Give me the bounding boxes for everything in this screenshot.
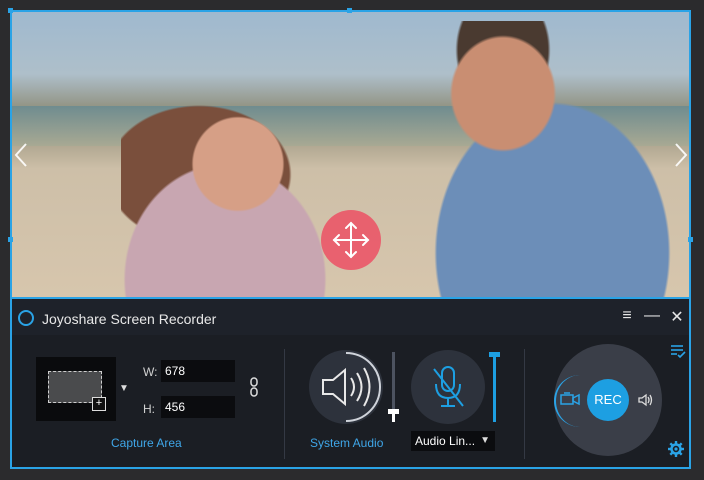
capture-area-label[interactable]: Capture Area: [111, 436, 182, 450]
menu-icon[interactable]: ≡: [618, 307, 636, 325]
task-list-icon[interactable]: [670, 343, 686, 364]
speaker-icon: [322, 352, 381, 422]
height-field[interactable]: 456: [161, 396, 235, 418]
prev-arrow-icon[interactable]: [14, 142, 28, 172]
capture-area-preview[interactable]: +: [36, 357, 116, 421]
add-region-icon: +: [92, 397, 106, 411]
resize-handle-left[interactable]: [8, 237, 13, 242]
move-icon: [332, 221, 370, 259]
resize-handle-top-left[interactable]: [8, 8, 13, 13]
close-icon[interactable]: ✕: [668, 307, 686, 327]
minimize-icon[interactable]: —: [643, 307, 661, 325]
chevron-down-icon: ▼: [480, 435, 490, 446]
microphone-volume-knob[interactable]: [489, 352, 500, 357]
app-logo-icon: [18, 310, 34, 326]
settings-gear-icon[interactable]: [668, 441, 684, 462]
width-field[interactable]: 678: [161, 360, 235, 382]
divider: [524, 349, 525, 459]
next-arrow-icon[interactable]: [674, 142, 688, 172]
camera-icon[interactable]: [560, 392, 580, 411]
system-audio-volume-knob[interactable]: [388, 409, 399, 414]
system-audio-button[interactable]: [309, 350, 383, 424]
rec-button[interactable]: REC: [587, 379, 629, 421]
mic-muted-icon: [433, 366, 464, 407]
microphone-volume-slider[interactable]: [489, 352, 500, 422]
title-bar[interactable]: Joyoshare Screen Recorder ≡ — ✕: [12, 299, 689, 335]
microphone-button[interactable]: [411, 350, 485, 424]
audio-source-select[interactable]: Audio Lin... ▼: [411, 431, 495, 451]
system-audio-label[interactable]: System Audio: [310, 436, 383, 450]
microphone-volume-fill: [493, 354, 496, 422]
audio-source-value: Audio Lin...: [415, 434, 476, 448]
link-icon[interactable]: [250, 377, 258, 400]
height-label: H:: [143, 402, 155, 416]
volume-icon[interactable]: [638, 393, 654, 412]
divider: [284, 349, 285, 459]
resize-handle-right[interactable]: [688, 237, 693, 242]
width-label: W:: [143, 365, 158, 379]
move-handle[interactable]: [321, 210, 381, 270]
system-audio-volume-slider[interactable]: [388, 352, 399, 422]
app-title: Joyoshare Screen Recorder: [42, 311, 217, 327]
video-figure-right: [371, 21, 690, 298]
resize-handle-top[interactable]: [347, 8, 352, 13]
chevron-down-icon[interactable]: ▼: [119, 383, 129, 394]
recorder-panel: Joyoshare Screen Recorder ≡ — ✕ + ▼ W: 6…: [10, 299, 691, 469]
